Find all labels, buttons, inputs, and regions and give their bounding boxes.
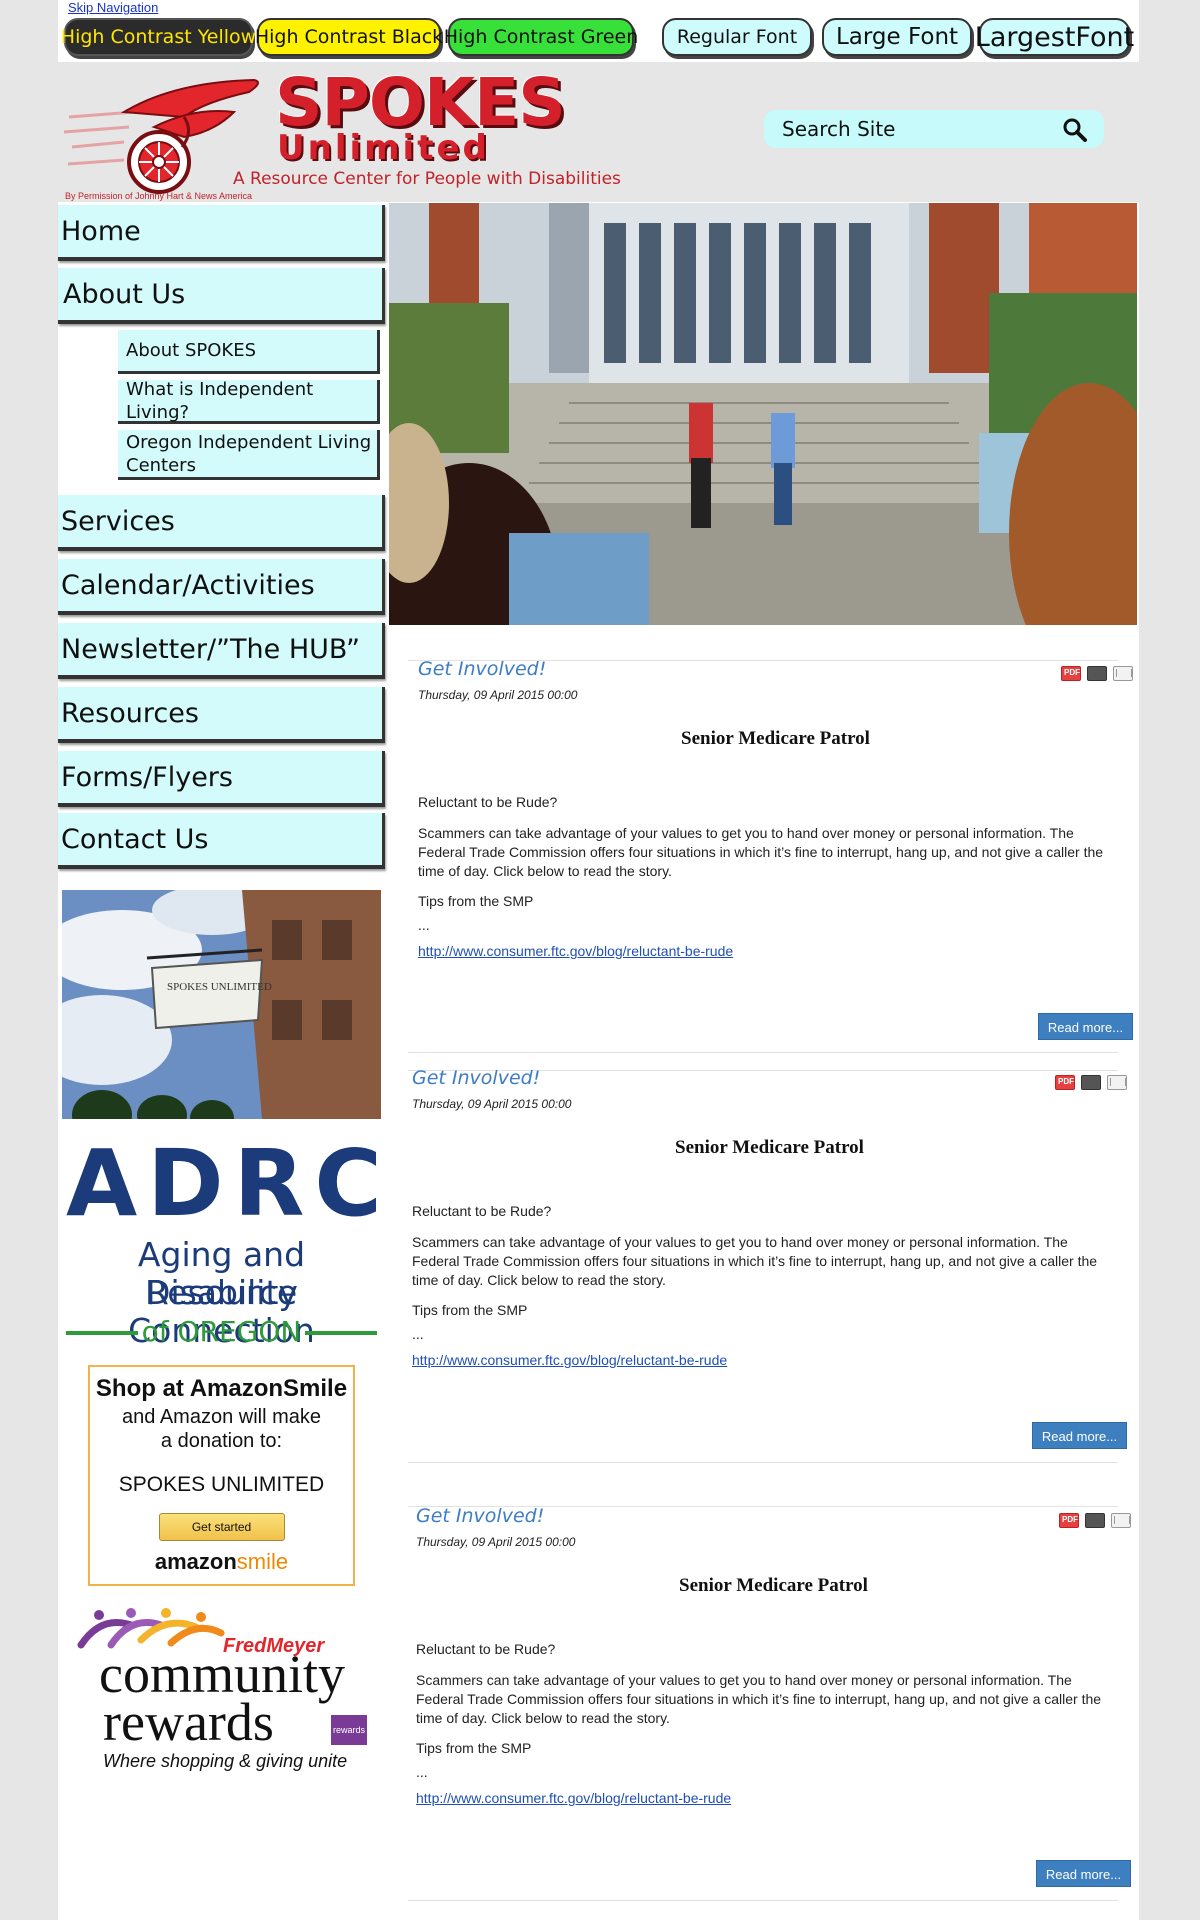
article-category[interactable]: Get Involved!: [412, 1067, 1127, 1089]
search-icon[interactable]: [1062, 117, 1088, 143]
nav-item-services[interactable]: Services: [58, 495, 385, 551]
article-divider: [408, 1900, 1118, 1901]
amazonsmile-promo[interactable]: Shop at AmazonSmile and Amazon will make…: [88, 1365, 355, 1586]
article-link[interactable]: http://www.consumer.ftc.gov/blog/relucta…: [412, 1352, 1127, 1368]
print-icon[interactable]: [1081, 1075, 1101, 1090]
article-divider: [408, 1052, 1118, 1053]
adrc-acronym: ADRC: [66, 1130, 392, 1237]
subnav-item-oregon-centers[interactable]: Oregon Independent Living Centers: [118, 430, 380, 480]
article-category[interactable]: Get Involved!: [416, 1505, 1131, 1527]
read-more-button[interactable]: Read more...: [1032, 1422, 1127, 1449]
amazon-logo-a: amazon: [154, 1549, 237, 1574]
high-contrast-yellow-button[interactable]: High Contrast Yellow: [61, 18, 256, 56]
article-lead: Reluctant to be Rude?: [416, 1641, 556, 1657]
email-icon[interactable]: [1107, 1075, 1127, 1090]
hero-photo: [389, 203, 1137, 625]
nav-item-forms[interactable]: Forms/Flyers: [58, 751, 385, 807]
article-body: Scammers can take advantage of your valu…: [412, 1234, 1098, 1288]
search-input[interactable]: Search Site: [764, 110, 1104, 148]
pdf-icon[interactable]: [1059, 1513, 1079, 1528]
pdf-icon[interactable]: [1055, 1075, 1075, 1090]
brand-name[interactable]: SPOKES: [275, 70, 566, 136]
subnav-item-independent-living[interactable]: What is Independent Living?: [118, 379, 380, 424]
print-icon[interactable]: [1085, 1513, 1105, 1528]
article-date: Thursday, 09 April 2015 00:00: [412, 1097, 572, 1111]
article-body: Scammers can take advantage of your valu…: [416, 1672, 1102, 1726]
amazon-org: SPOKES UNLIMITED: [118, 1473, 325, 1496]
nav-item-calendar[interactable]: Calendar/Activities: [58, 559, 385, 615]
adrc-promo[interactable]: ADRC Aging and Disability Resource Conne…: [66, 1130, 392, 1353]
amazon-line1: and Amazon will make: [122, 1406, 321, 1428]
article-heading: Senior Medicare Patrol: [681, 728, 870, 749]
regular-font-button[interactable]: Regular Font: [662, 18, 812, 56]
nav-item-home[interactable]: Home: [58, 205, 385, 261]
article-date: Thursday, 09 April 2015 00:00: [416, 1535, 576, 1549]
article-ellipsis: ...: [418, 917, 430, 933]
article-date: Thursday, 09 April 2015 00:00: [418, 688, 578, 702]
high-contrast-black-button[interactable]: High Contrast Black: [255, 18, 443, 56]
get-started-button[interactable]: Get started: [158, 1513, 285, 1541]
fredmeyer-tagline: Where shopping & giving unite: [103, 1751, 348, 1771]
article-lead: Reluctant to be Rude?: [412, 1203, 552, 1219]
article-category[interactable]: Get Involved!: [418, 658, 1133, 680]
email-icon[interactable]: [1111, 1513, 1131, 1528]
amazon-logo-b: smile: [236, 1549, 289, 1574]
brand-subname[interactable]: Unlimited: [277, 131, 490, 165]
article-tools: [1055, 1075, 1127, 1090]
storefront-sign-photo[interactable]: SPOKES UNLIMITED: [62, 890, 381, 1119]
amazonsmile-logo: amazonsmile: [90, 1549, 353, 1575]
amazon-title: Shop at AmazonSmile: [95, 1375, 348, 1402]
article-tips: Tips from the SMP: [412, 1302, 528, 1318]
article-lead: Reluctant to be Rude?: [418, 794, 558, 810]
read-more-button[interactable]: Read more...: [1036, 1860, 1131, 1887]
print-icon[interactable]: [1087, 666, 1107, 681]
article-tools: [1061, 666, 1133, 681]
read-more-button[interactable]: Read more...: [1038, 1013, 1133, 1040]
article-tools: [1059, 1513, 1131, 1528]
amazon-line2: a donation to:: [160, 1430, 283, 1452]
article-body: Scammers can take advantage of your valu…: [418, 825, 1104, 879]
subnav-item-about-spokes[interactable]: About SPOKES: [118, 330, 380, 374]
article-tips: Tips from the SMP: [416, 1740, 532, 1756]
adrc-line3: of OREGON: [141, 1315, 302, 1348]
amazon-subtitle: and Amazon will make a donation to:: [90, 1405, 353, 1453]
site-tagline: A Resource Center for People with Disabi…: [233, 169, 621, 189]
article-card: Get Involved! Thursday, 09 April 2015 00…: [418, 658, 1133, 1048]
fredmeyer-line2: rewards: [103, 1692, 274, 1752]
nav-item-contact-us[interactable]: Contact Us: [58, 813, 385, 869]
article-ellipsis: ...: [412, 1326, 424, 1342]
fredmeyer-promo[interactable]: FredMeyer community rewards rewards Wher…: [71, 1605, 374, 1777]
article-link[interactable]: http://www.consumer.ftc.gov/blog/relucta…: [416, 1790, 1131, 1806]
article-tips: Tips from the SMP: [418, 893, 534, 909]
sign-text: SPOKES UNLIMITED: [167, 981, 272, 993]
article-card: Get Involved! Thursday, 09 April 2015 00…: [416, 1505, 1131, 1895]
article-heading: Senior Medicare Patrol: [679, 1575, 868, 1596]
pdf-icon[interactable]: [1061, 666, 1081, 681]
article-ellipsis: ...: [416, 1764, 428, 1780]
large-font-button[interactable]: Large Font: [822, 18, 972, 56]
article-link[interactable]: http://www.consumer.ftc.gov/blog/relucta…: [418, 943, 1133, 959]
email-icon[interactable]: [1113, 666, 1133, 681]
skip-navigation-link[interactable]: Skip Navigation: [68, 0, 158, 15]
article-card: Get Involved! Thursday, 09 April 2015 00…: [412, 1067, 1127, 1457]
nav-item-newsletter[interactable]: Newsletter/”The HUB”: [58, 623, 385, 679]
logo-credit: By Permission of Johnny Hart & News Amer…: [65, 191, 253, 201]
article-heading: Senior Medicare Patrol: [675, 1137, 864, 1158]
search-placeholder: Search Site: [782, 117, 896, 141]
rewards-card-icon: rewards: [331, 1715, 367, 1745]
nav-item-about-us[interactable]: About Us: [58, 268, 385, 324]
high-contrast-green-button[interactable]: High Contrast Green: [444, 18, 638, 56]
article-divider: [408, 1462, 1118, 1463]
nav-item-resources[interactable]: Resources: [58, 687, 385, 743]
largest-font-button[interactable]: LargestFont: [975, 18, 1134, 56]
